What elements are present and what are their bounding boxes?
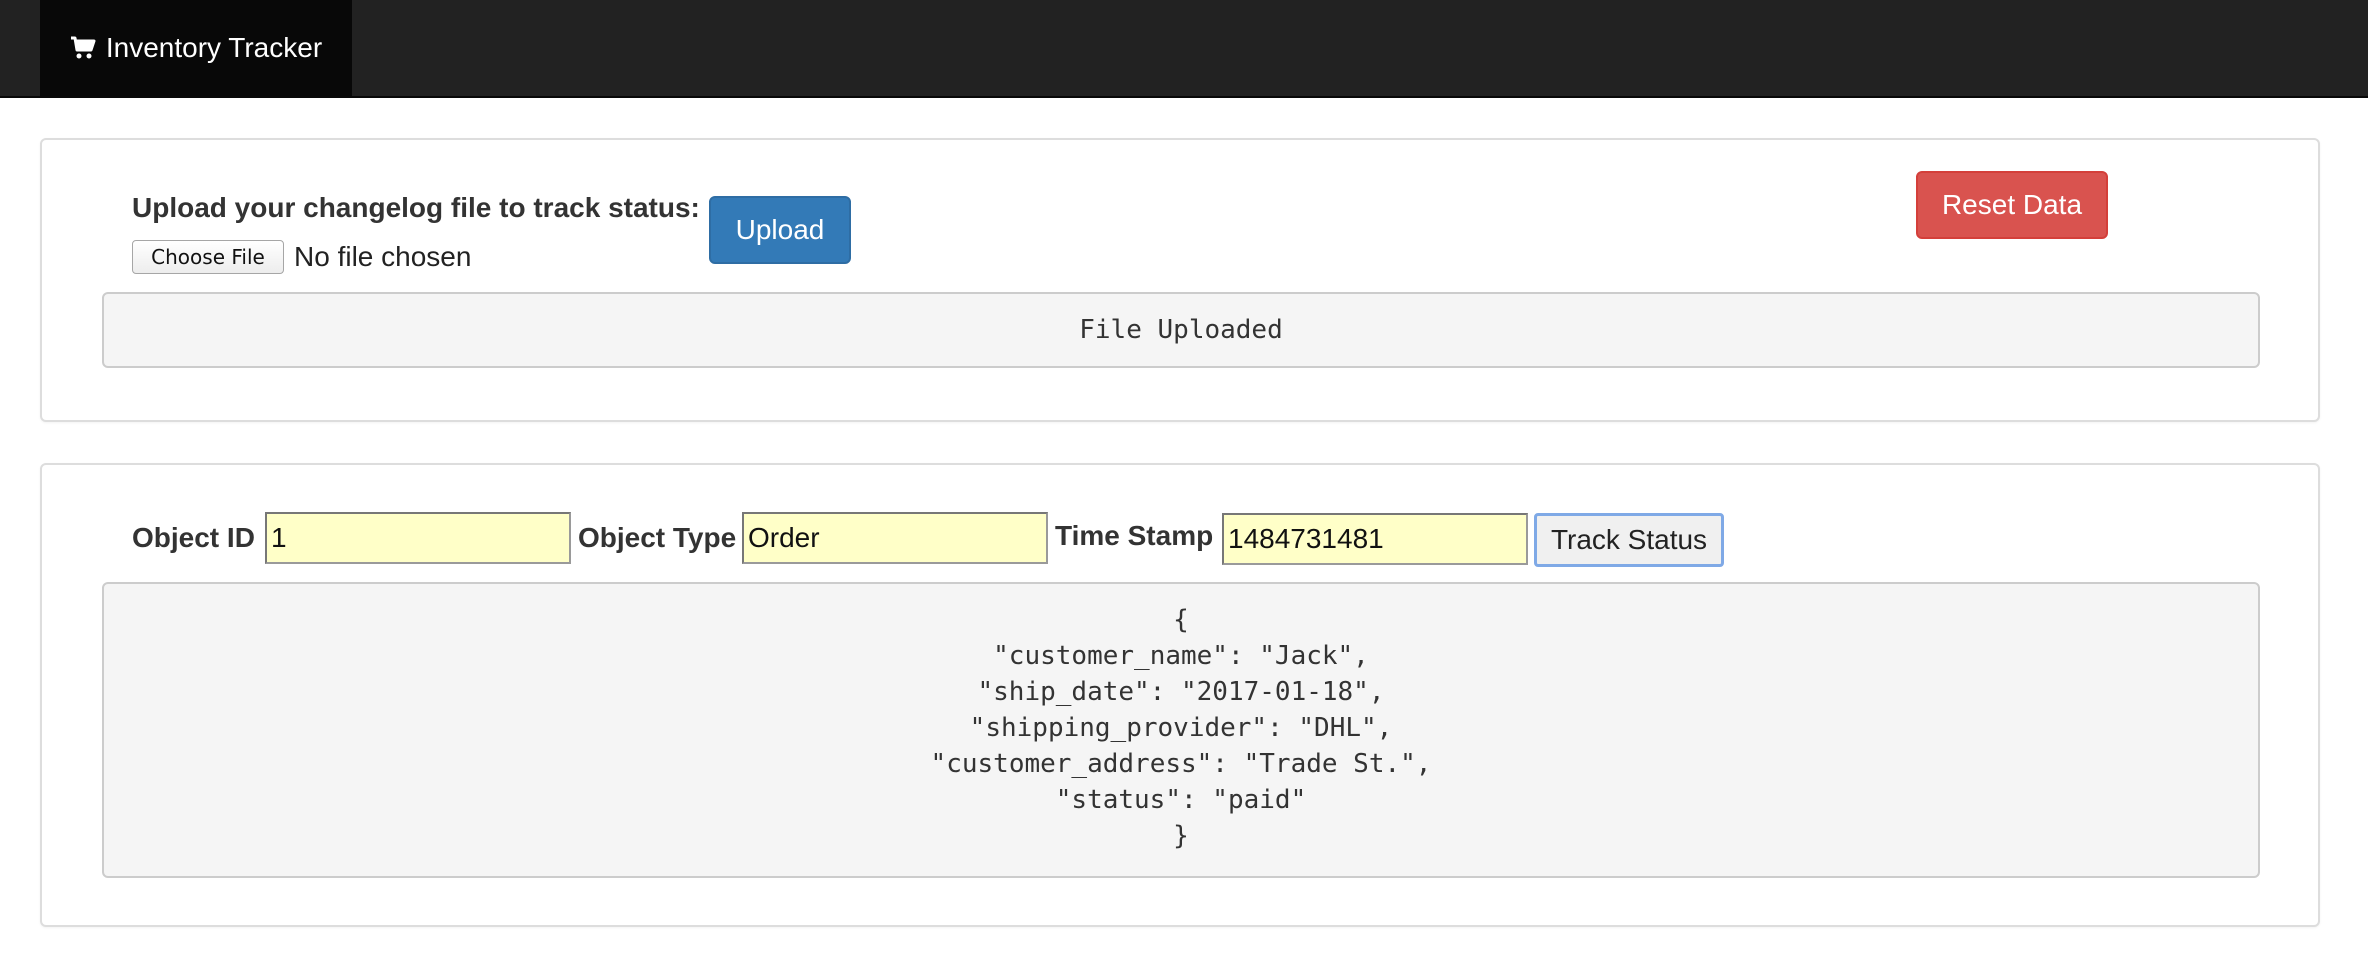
track-panel: Object ID Object Type Time Stamp Track S… [40,463,2320,927]
result-json-well: { "customer_name": "Jack", "ship_date": … [102,582,2260,878]
upload-button[interactable]: Upload [709,196,851,264]
choose-file-button[interactable]: Choose File [132,240,284,274]
object-type-label: Object Type [578,522,737,553]
navbar-brand[interactable]: Inventory Tracker [40,0,352,96]
object-type-input[interactable] [742,512,1048,564]
timestamp-label: Time Stamp [1055,520,1214,551]
object-id-input[interactable] [265,512,571,564]
navbar: Inventory Tracker [0,0,2368,98]
upload-panel: Upload your changelog file to track stat… [40,138,2320,422]
track-status-button[interactable]: Track Status [1534,513,1724,567]
object-id-label: Object ID [132,522,255,553]
reset-data-button[interactable]: Reset Data [1916,171,2108,239]
upload-status-text: File Uploaded [1079,315,1283,345]
brand-label: Inventory Tracker [105,32,323,63]
upload-label: Upload your changelog file to track stat… [132,192,700,223]
shopping-cart-icon [70,36,96,59]
file-input[interactable]: Choose File No file chosen [132,240,471,274]
no-file-text: No file chosen [294,241,472,272]
upload-status-well: File Uploaded [102,292,2260,368]
timestamp-input[interactable] [1222,513,1528,565]
